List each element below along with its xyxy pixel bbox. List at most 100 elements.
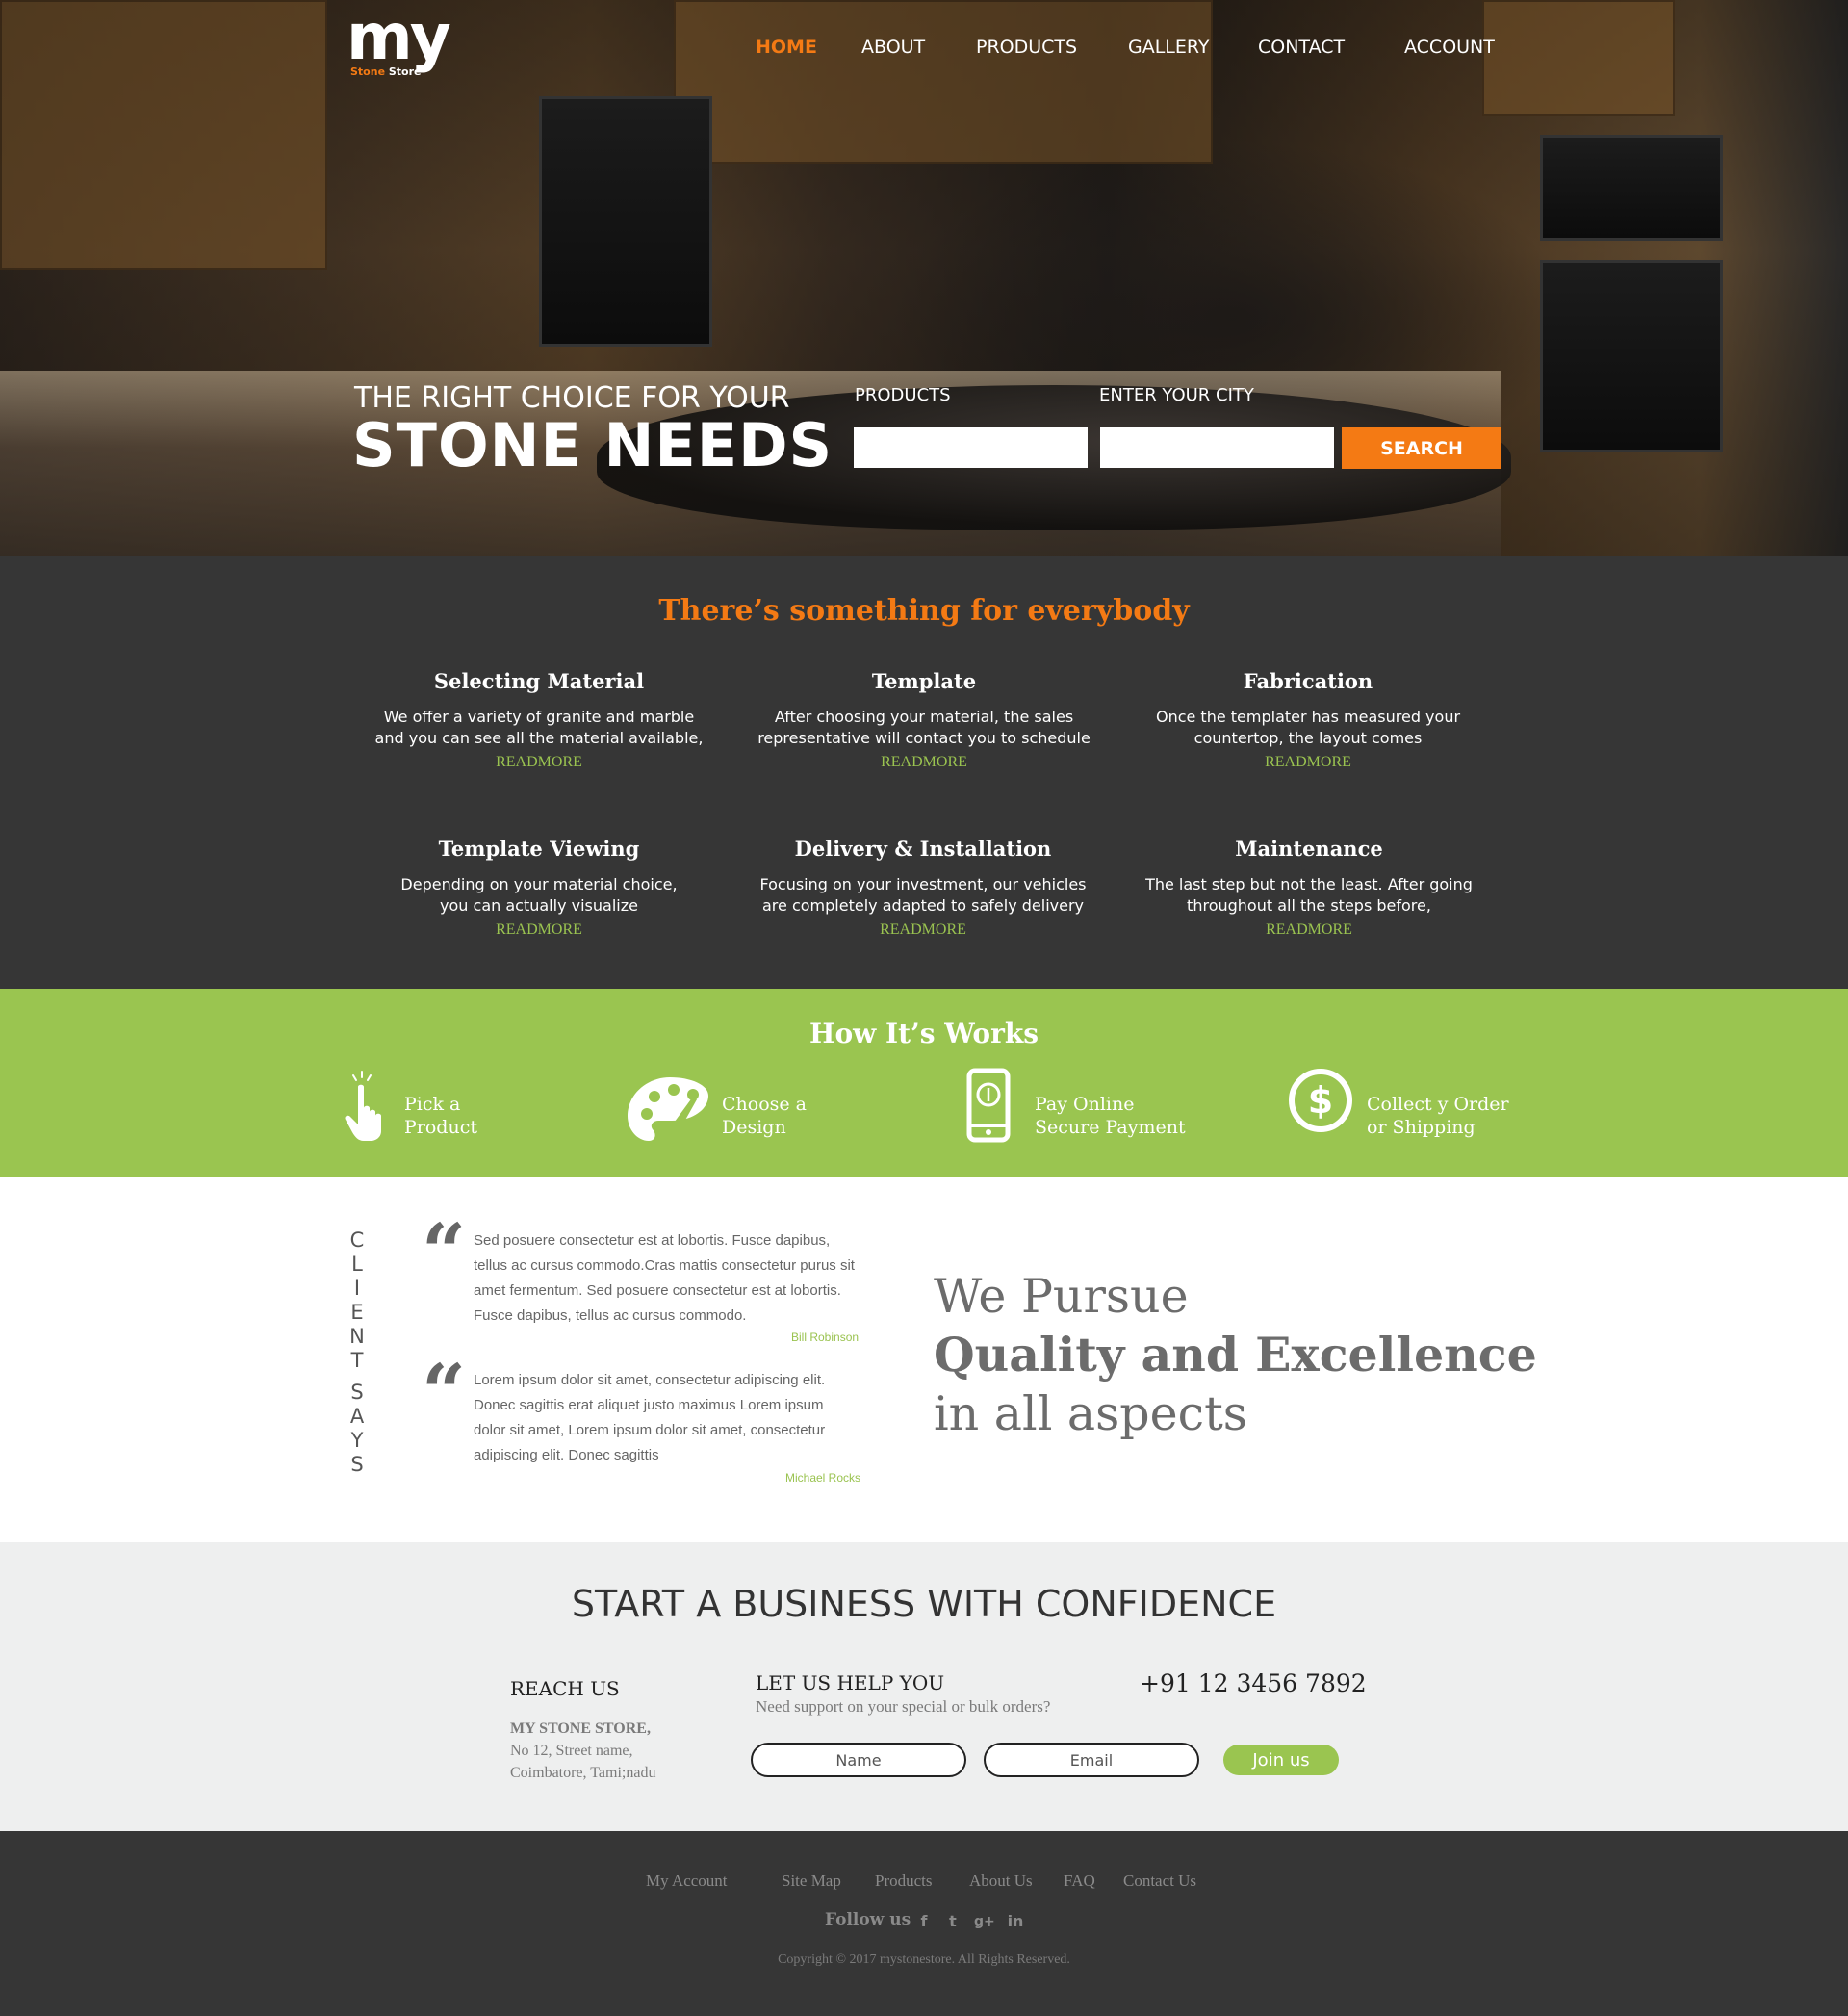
- service-card: Template Viewing Depending on your mater…: [356, 836, 722, 939]
- nav-contact[interactable]: CONTACT: [1258, 37, 1345, 58]
- readmore-link[interactable]: READMORE: [1266, 921, 1352, 939]
- service-description-line: Depending on your material choice,: [400, 875, 678, 893]
- address-line: No 12, Street name,: [510, 1743, 633, 1759]
- step-collect-order: $ Collect y Order or Shipping: [1288, 1068, 1509, 1147]
- footer-link-faq[interactable]: FAQ: [1064, 1872, 1095, 1891]
- service-card: Fabrication Once the templater has measu…: [1125, 668, 1491, 771]
- service-card: Selecting Material We offer a variety of…: [356, 668, 722, 771]
- service-card: Delivery & Installation Focusing on your…: [740, 836, 1106, 939]
- business-title: START A BUSINESS WITH CONFIDENCE: [571, 1583, 1277, 1625]
- step-text: Pay Online Secure Payment: [1035, 1093, 1186, 1139]
- service-description-line: Once the templater has measured your: [1155, 708, 1461, 726]
- nav-gallery[interactable]: GALLERY: [1128, 37, 1210, 58]
- service-description-line: We offer a variety of granite and marble: [383, 708, 695, 726]
- nav-about[interactable]: ABOUT: [861, 37, 925, 58]
- facebook-icon[interactable]: f: [914, 1912, 934, 1931]
- store-name: MY STONE STORE,: [510, 1720, 651, 1737]
- quality-line: We Pursue: [934, 1269, 1189, 1324]
- mobile-pay-icon: [966, 1068, 1011, 1148]
- city-label: ENTER YOUR CITY: [1099, 385, 1254, 405]
- heading-letter: N: [349, 1325, 365, 1348]
- nav-account[interactable]: ACCOUNT: [1404, 37, 1495, 58]
- heading-letter: Y: [350, 1429, 364, 1452]
- footer-link-products[interactable]: Products: [875, 1872, 933, 1891]
- logo-subtitle-accent: Stone: [350, 65, 386, 78]
- linkedin-icon[interactable]: in: [1006, 1912, 1025, 1931]
- hero-photo-oven: [1540, 135, 1723, 241]
- reach-us-heading: REACH US: [510, 1677, 620, 1700]
- testimonial-text: Sed posuere consectetur est at lobortis.…: [474, 1228, 873, 1329]
- email-field[interactable]: [984, 1743, 1199, 1777]
- service-title: Template Viewing: [438, 837, 640, 861]
- service-title: Fabrication: [1243, 669, 1373, 693]
- nav-home[interactable]: HOME: [756, 37, 817, 58]
- service-description-line: you can actually visualize: [440, 896, 638, 915]
- service-description-line: representative will contact you to sched…: [757, 729, 1091, 747]
- service-description-line: Focusing on your investment, our vehicle…: [759, 875, 1087, 893]
- testimonial-line: adipiscing elit. Donec sagittis: [474, 1447, 659, 1463]
- nav-products[interactable]: PRODUCTS: [976, 37, 1077, 58]
- step-text-line: Pay Online: [1035, 1094, 1135, 1115]
- clients-say-heading: C L I E N T S A Y S: [346, 1228, 368, 1477]
- hero-banner: my Stone Store HOME ABOUT PRODUCTS GALLE…: [0, 0, 1848, 556]
- logo-subtitle: Stone Store: [350, 65, 422, 78]
- step-text-line: Pick a: [404, 1094, 461, 1115]
- city-input[interactable]: [1100, 427, 1334, 468]
- readmore-link[interactable]: READMORE: [496, 921, 582, 939]
- join-button[interactable]: Join us: [1223, 1745, 1339, 1775]
- search-button[interactable]: SEARCH: [1342, 427, 1502, 469]
- follow-us-label: Follow us: [825, 1910, 911, 1929]
- readmore-link[interactable]: READMORE: [881, 754, 967, 771]
- service-title: Maintenance: [1235, 837, 1383, 861]
- logo-subtitle-rest: Store: [388, 65, 422, 78]
- readmore-link[interactable]: READMORE: [496, 754, 582, 771]
- hero-photo-cabinet: [674, 0, 1213, 164]
- service-card: Maintenance The last step but not the le…: [1126, 836, 1492, 939]
- footer: My Account Site Map Products About Us FA…: [0, 1831, 1848, 2016]
- heading-letter: C: [349, 1228, 365, 1252]
- step-text: Choose a Design: [722, 1093, 807, 1139]
- step-pay-online: Pay Online Secure Payment: [966, 1068, 1217, 1148]
- google-plus-icon[interactable]: g+: [974, 1912, 995, 1931]
- readmore-link[interactable]: READMORE: [880, 921, 966, 939]
- service-card: Template After choosing your material, t…: [741, 668, 1107, 771]
- service-description: We offer a variety of granite and marble…: [356, 707, 722, 749]
- service-description: The last step but not the least. After g…: [1126, 874, 1492, 917]
- heading-letter: L: [351, 1253, 363, 1276]
- step-text: Collect y Order or Shipping: [1367, 1093, 1509, 1139]
- footer-link-my-account[interactable]: My Account: [646, 1872, 728, 1891]
- hero-title: STONE NEEDS: [352, 410, 834, 480]
- step-text-line: or Shipping: [1367, 1117, 1476, 1138]
- testimonial-line: tellus ac cursus commodo.Cras mattis con…: [474, 1257, 855, 1274]
- quality-line: Quality and Excellence: [934, 1327, 1537, 1383]
- quote-icon: “: [422, 1347, 467, 1437]
- readmore-link[interactable]: READMORE: [1265, 754, 1351, 771]
- step-text-line: Design: [722, 1117, 786, 1138]
- help-subtitle: Need support on your special or bulk ord…: [756, 1697, 1051, 1716]
- heading-spacer: [346, 1373, 368, 1381]
- service-description: Depending on your material choice, you c…: [356, 874, 722, 917]
- step-text-line: Product: [404, 1117, 477, 1138]
- footer-link-about-us[interactable]: About Us: [969, 1872, 1033, 1891]
- footer-link-contact-us[interactable]: Contact Us: [1123, 1872, 1196, 1891]
- palette-icon: [626, 1075, 710, 1150]
- address-line: Coimbatore, Tami;nadu: [510, 1765, 656, 1781]
- phone-number[interactable]: +91 12 3456 7892: [1140, 1669, 1367, 1697]
- twitter-icon[interactable]: t: [943, 1912, 962, 1931]
- products-input[interactable]: [854, 427, 1088, 468]
- step-pick-product: Pick a Product: [343, 1070, 497, 1147]
- hero-photo-oven: [1540, 260, 1723, 452]
- testimonial-line: dolor sit amet, Lorem ipsum dolor sit am…: [474, 1422, 826, 1438]
- service-title: Delivery & Installation: [794, 837, 1052, 861]
- dollar-circle-icon: $: [1288, 1068, 1353, 1138]
- name-field[interactable]: [751, 1743, 966, 1777]
- testimonial-line: Sed posuere consectetur est at lobortis.…: [474, 1232, 831, 1249]
- footer-link-site-map[interactable]: Site Map: [782, 1872, 841, 1891]
- service-description: Once the templater has measured your cou…: [1125, 707, 1491, 749]
- testimonial-line: Donec sagittis erat aliquet justo maximu…: [474, 1397, 824, 1413]
- testimonial-line: Lorem ipsum dolor sit amet, consectetur …: [474, 1372, 826, 1388]
- step-text: Pick a Product: [404, 1093, 477, 1139]
- heading-letter: S: [350, 1381, 364, 1404]
- step-text-line: Secure Payment: [1035, 1117, 1186, 1138]
- service-description-line: are completely adapted to safely deliver…: [762, 896, 1084, 915]
